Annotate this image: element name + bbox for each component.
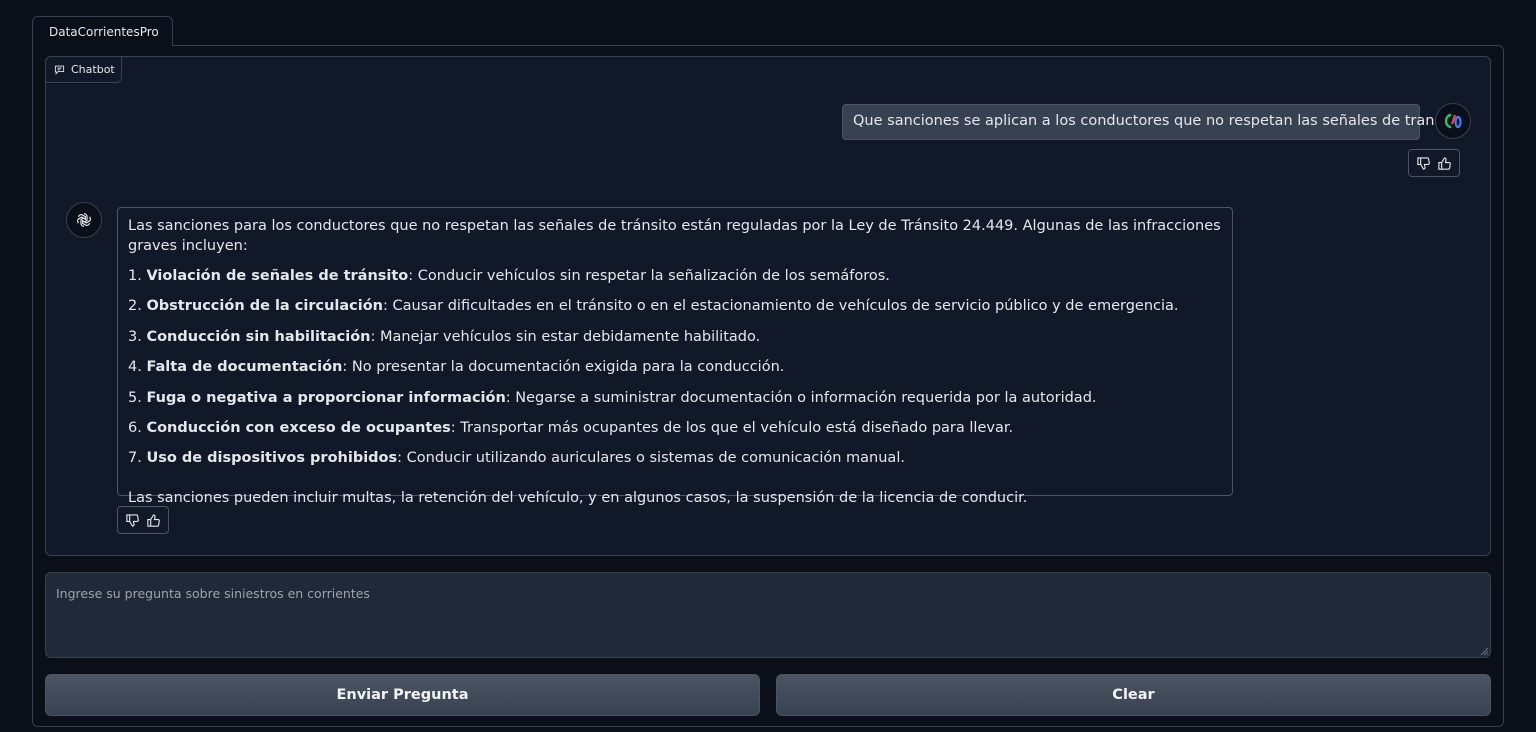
list-item-text: : Conducir vehículos sin respetar la señ… [408, 268, 890, 284]
user-message-rating [1408, 149, 1460, 177]
list-item: 2. Obstrucción de la circulación: Causar… [128, 296, 1222, 316]
chat-bubble-icon [54, 65, 65, 75]
list-item-title: Violación de señales de tránsito [146, 268, 409, 284]
list-item-text: : Transportar más ocupantes de los que e… [450, 419, 1014, 436]
user-avatar-icon [1435, 103, 1471, 139]
list-item-title: Obstrucción de la circulación [146, 298, 383, 315]
list-item-number: 2. [128, 298, 142, 315]
tab-datacorrientespro[interactable]: DataCorrientesPro [32, 16, 173, 46]
chatbot-label: Chatbot [45, 56, 122, 83]
list-item-title: Conducción con exceso de ocupantes [146, 419, 451, 436]
list-item: 6. Conducción con exceso de ocupantes: T… [128, 418, 1222, 438]
list-item-number: 4. [128, 359, 142, 376]
list-item: 4. Falta de documentación: No presentar … [128, 357, 1222, 377]
chatbot-panel: Chatbot Que sanciones se aplican a los c… [45, 56, 1491, 556]
thumbs-down-icon[interactable] [1416, 156, 1431, 171]
list-item-number: 3. [128, 328, 142, 345]
question-input[interactable] [45, 572, 1491, 658]
thumbs-up-icon[interactable] [1437, 156, 1452, 171]
chatbot-label-text: Chatbot [71, 63, 115, 76]
user-message: Que sanciones se aplican a los conductor… [842, 104, 1468, 140]
list-item-text: : Conducir utilizando auriculares o sist… [397, 450, 905, 467]
bot-message-outro: Las sanciones pueden incluir multas, la … [128, 490, 1028, 507]
resize-grip-icon[interactable] [1479, 646, 1489, 656]
list-item: 7. Uso de dispositivos prohibidos: Condu… [128, 448, 1222, 468]
openai-logo-icon [66, 202, 102, 238]
bot-message: Las sanciones para los conductores que n… [117, 207, 1233, 506]
list-item-text: : No presentar la documentación exigida … [342, 359, 785, 376]
list-item-title: Falta de documentación [146, 359, 343, 376]
bot-message-rating [117, 506, 169, 534]
list-item-number: 5. [128, 389, 142, 406]
list-item: 3. Conducción sin habilitación: Manejar … [128, 327, 1222, 347]
list-item-text: : Causar dificultades en el tránsito o e… [383, 298, 1179, 315]
thumbs-down-icon[interactable] [125, 513, 140, 528]
clear-button[interactable]: Clear [776, 674, 1491, 716]
list-item-title: Fuga o negativa a proporcionar informaci… [146, 389, 506, 406]
list-item-number: 7. [128, 450, 142, 467]
list-item-title: Uso de dispositivos prohibidos [146, 450, 398, 467]
bot-message-intro: Las sanciones para los conductores que n… [128, 218, 1221, 254]
list-item: 5. Fuga o negativa a proporcionar inform… [128, 388, 1222, 408]
send-question-button[interactable]: Enviar Pregunta [45, 674, 760, 716]
thumbs-up-icon[interactable] [146, 513, 161, 528]
list-item-text: : Manejar vehículos sin estar debidament… [370, 328, 761, 345]
list-item: 1. Violación de señales de tránsito: Con… [128, 266, 1222, 286]
list-item-number: 6. [128, 419, 142, 436]
list-item-title: Conducción sin habilitación [146, 328, 371, 345]
list-item-text: : Negarse a suministrar documentación o … [505, 389, 1097, 406]
list-item-number: 1. [128, 268, 142, 284]
